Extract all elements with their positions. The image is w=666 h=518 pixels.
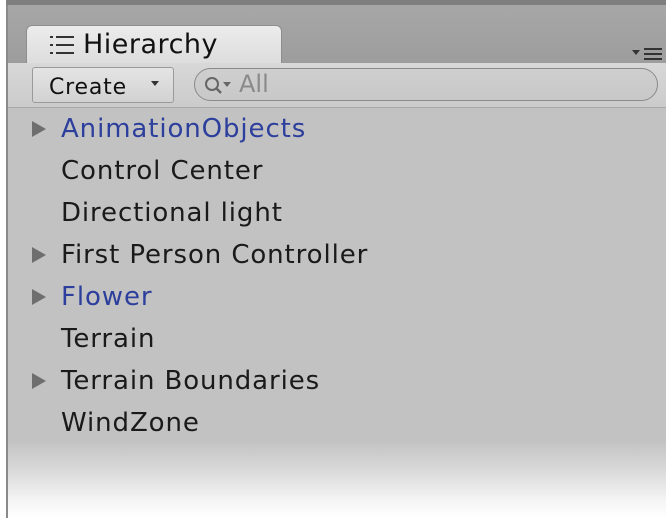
expand-arrow-icon[interactable] [32,373,46,389]
expand-arrow-icon[interactable] [32,247,46,263]
list-item[interactable]: Directional light [8,192,666,234]
search-icon[interactable] [203,74,237,96]
list-item-label: Terrain [61,324,156,354]
list-item-label: Terrain Boundaries [61,366,321,396]
list-item-label: AnimationObjects [61,114,307,144]
tab-title: Hierarchy [83,29,219,60]
list-item[interactable]: Terrain Boundaries [8,360,666,402]
list-item-label: First Person Controller [61,240,369,270]
list-item[interactable]: First Person Controller [8,234,666,276]
hierarchy-toolbar: Create [8,63,666,108]
tab-hierarchy[interactable]: Hierarchy [26,25,282,65]
tab-strip: Hierarchy [8,5,666,65]
list-item-label: WindZone [61,408,200,438]
search-input[interactable] [239,70,639,98]
create-label: Create [49,75,127,100]
list-item[interactable]: AnimationObjects [8,108,666,150]
hierarchy-list: AnimationObjects Control Center Directio… [8,108,666,444]
list-item-label: Directional light [61,198,283,228]
panel-menu-icon[interactable] [630,45,666,61]
search-field[interactable] [194,68,658,101]
list-item[interactable]: WindZone [8,402,666,444]
expand-arrow-icon[interactable] [32,121,46,137]
chevron-down-icon [151,81,159,86]
list-item[interactable]: Terrain [8,318,666,360]
list-icon [50,36,74,54]
list-item[interactable]: Flower [8,276,666,318]
expand-arrow-icon[interactable] [32,289,46,305]
create-button[interactable]: Create [32,67,174,103]
list-item-label: Control Center [61,156,264,186]
list-item[interactable]: Control Center [8,150,666,192]
list-item-label: Flower [61,282,153,312]
